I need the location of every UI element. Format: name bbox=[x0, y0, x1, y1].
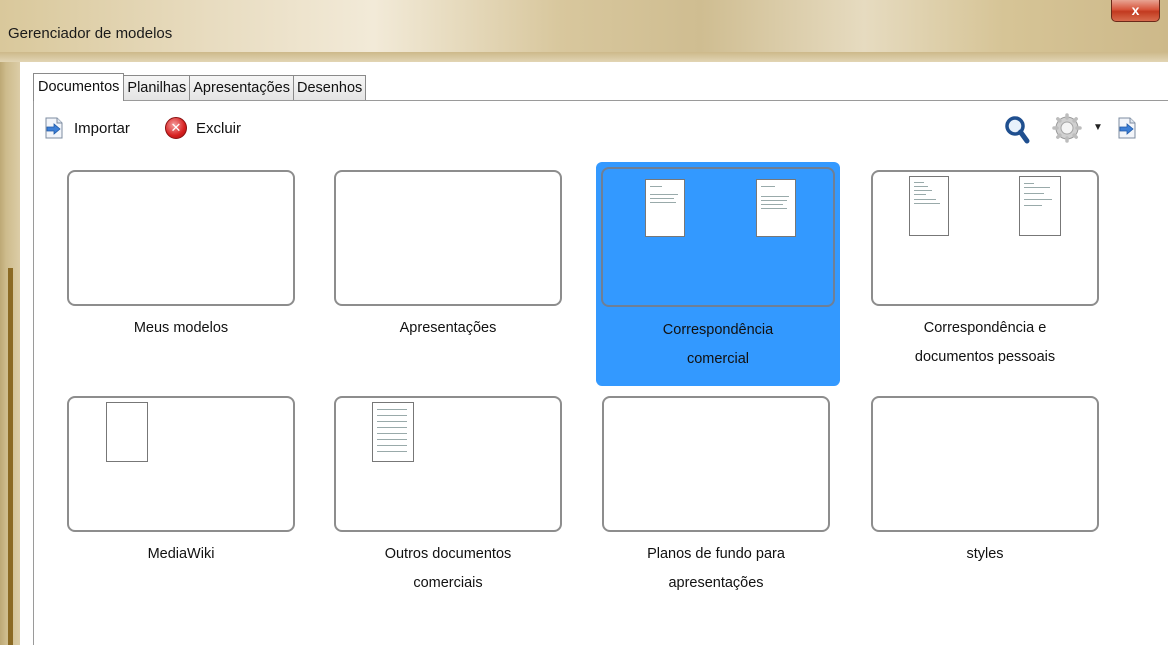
folder-label: styles bbox=[966, 546, 1004, 562]
import-button[interactable]: Importar bbox=[44, 117, 130, 139]
folder-tile-mediawiki[interactable]: MediaWiki bbox=[57, 388, 295, 604]
arrow-icon[interactable] bbox=[1117, 117, 1137, 139]
template-preview bbox=[1019, 176, 1061, 236]
folder-thumbnail bbox=[871, 396, 1099, 532]
window-left-frame-shadow bbox=[8, 268, 13, 645]
window-titlebar bbox=[0, 0, 1168, 52]
folder-label: MediaWiki bbox=[147, 546, 215, 562]
folder-tile-apresentacoes[interactable]: Apresentações bbox=[324, 162, 562, 378]
tab-desenhos[interactable]: Desenhos bbox=[292, 75, 367, 101]
tab-panel-border bbox=[33, 100, 1168, 101]
folder-tile-outros-documentos[interactable]: Outros documentos comerciais bbox=[324, 388, 562, 604]
folder-thumbnail bbox=[334, 396, 562, 532]
folder-tile-correspondencia-pessoais[interactable]: Correspondência e documentos pessoais bbox=[861, 162, 1099, 378]
window-titlebar-edge bbox=[0, 52, 1168, 62]
folder-thumbnail bbox=[67, 396, 295, 532]
folder-label: Correspondência e documentos pessoais bbox=[914, 320, 1056, 365]
folder-thumbnail bbox=[602, 396, 830, 532]
folder-label: Correspondência comercial bbox=[662, 322, 774, 367]
folder-thumbnail bbox=[67, 170, 295, 306]
template-preview bbox=[645, 179, 685, 237]
import-label: Importar bbox=[74, 119, 130, 137]
magnifier-icon[interactable] bbox=[1004, 115, 1030, 145]
tab-panel-left-border bbox=[33, 100, 34, 645]
tab-apresentacoes[interactable]: Apresentações bbox=[189, 75, 294, 101]
folder-label: Apresentações bbox=[399, 320, 497, 336]
gear-icon[interactable] bbox=[1052, 113, 1082, 143]
folder-tile-planos-de-fundo[interactable]: Planos de fundo para apresentações bbox=[592, 388, 830, 604]
folder-label: Meus modelos bbox=[133, 320, 229, 336]
folder-label: Outros documentos comerciais bbox=[384, 546, 512, 591]
folder-thumbnail bbox=[334, 170, 562, 306]
close-icon: x bbox=[1131, 2, 1140, 18]
folder-tile-styles[interactable]: styles bbox=[861, 388, 1099, 604]
window-title: Gerenciador de modelos bbox=[8, 25, 173, 42]
delete-button[interactable]: ✕ Excluir bbox=[165, 117, 241, 139]
template-preview bbox=[106, 402, 148, 462]
tab-bar: Documentos Planilhas Apresentações Desen… bbox=[33, 73, 367, 101]
delete-label: Excluir bbox=[196, 119, 242, 137]
red-x-circle-icon: ✕ bbox=[165, 117, 187, 139]
template-preview bbox=[372, 402, 414, 462]
folder-thumbnail bbox=[601, 167, 835, 307]
import-arrow-icon bbox=[44, 117, 64, 139]
close-button[interactable]: x bbox=[1111, 0, 1160, 22]
template-preview bbox=[756, 179, 796, 237]
folder-label: Planos de fundo para apresentações bbox=[647, 546, 785, 591]
folder-tile-correspondencia-comercial[interactable]: Correspondência comercial bbox=[596, 162, 840, 386]
folder-tile-meus-modelos[interactable]: Meus modelos bbox=[57, 162, 295, 378]
tab-planilhas[interactable]: Planilhas bbox=[123, 75, 191, 101]
template-preview bbox=[909, 176, 949, 236]
gear-dropdown-icon[interactable]: ▼ bbox=[1093, 122, 1103, 133]
tab-documentos[interactable]: Documentos bbox=[33, 73, 125, 101]
folder-thumbnail bbox=[871, 170, 1099, 306]
